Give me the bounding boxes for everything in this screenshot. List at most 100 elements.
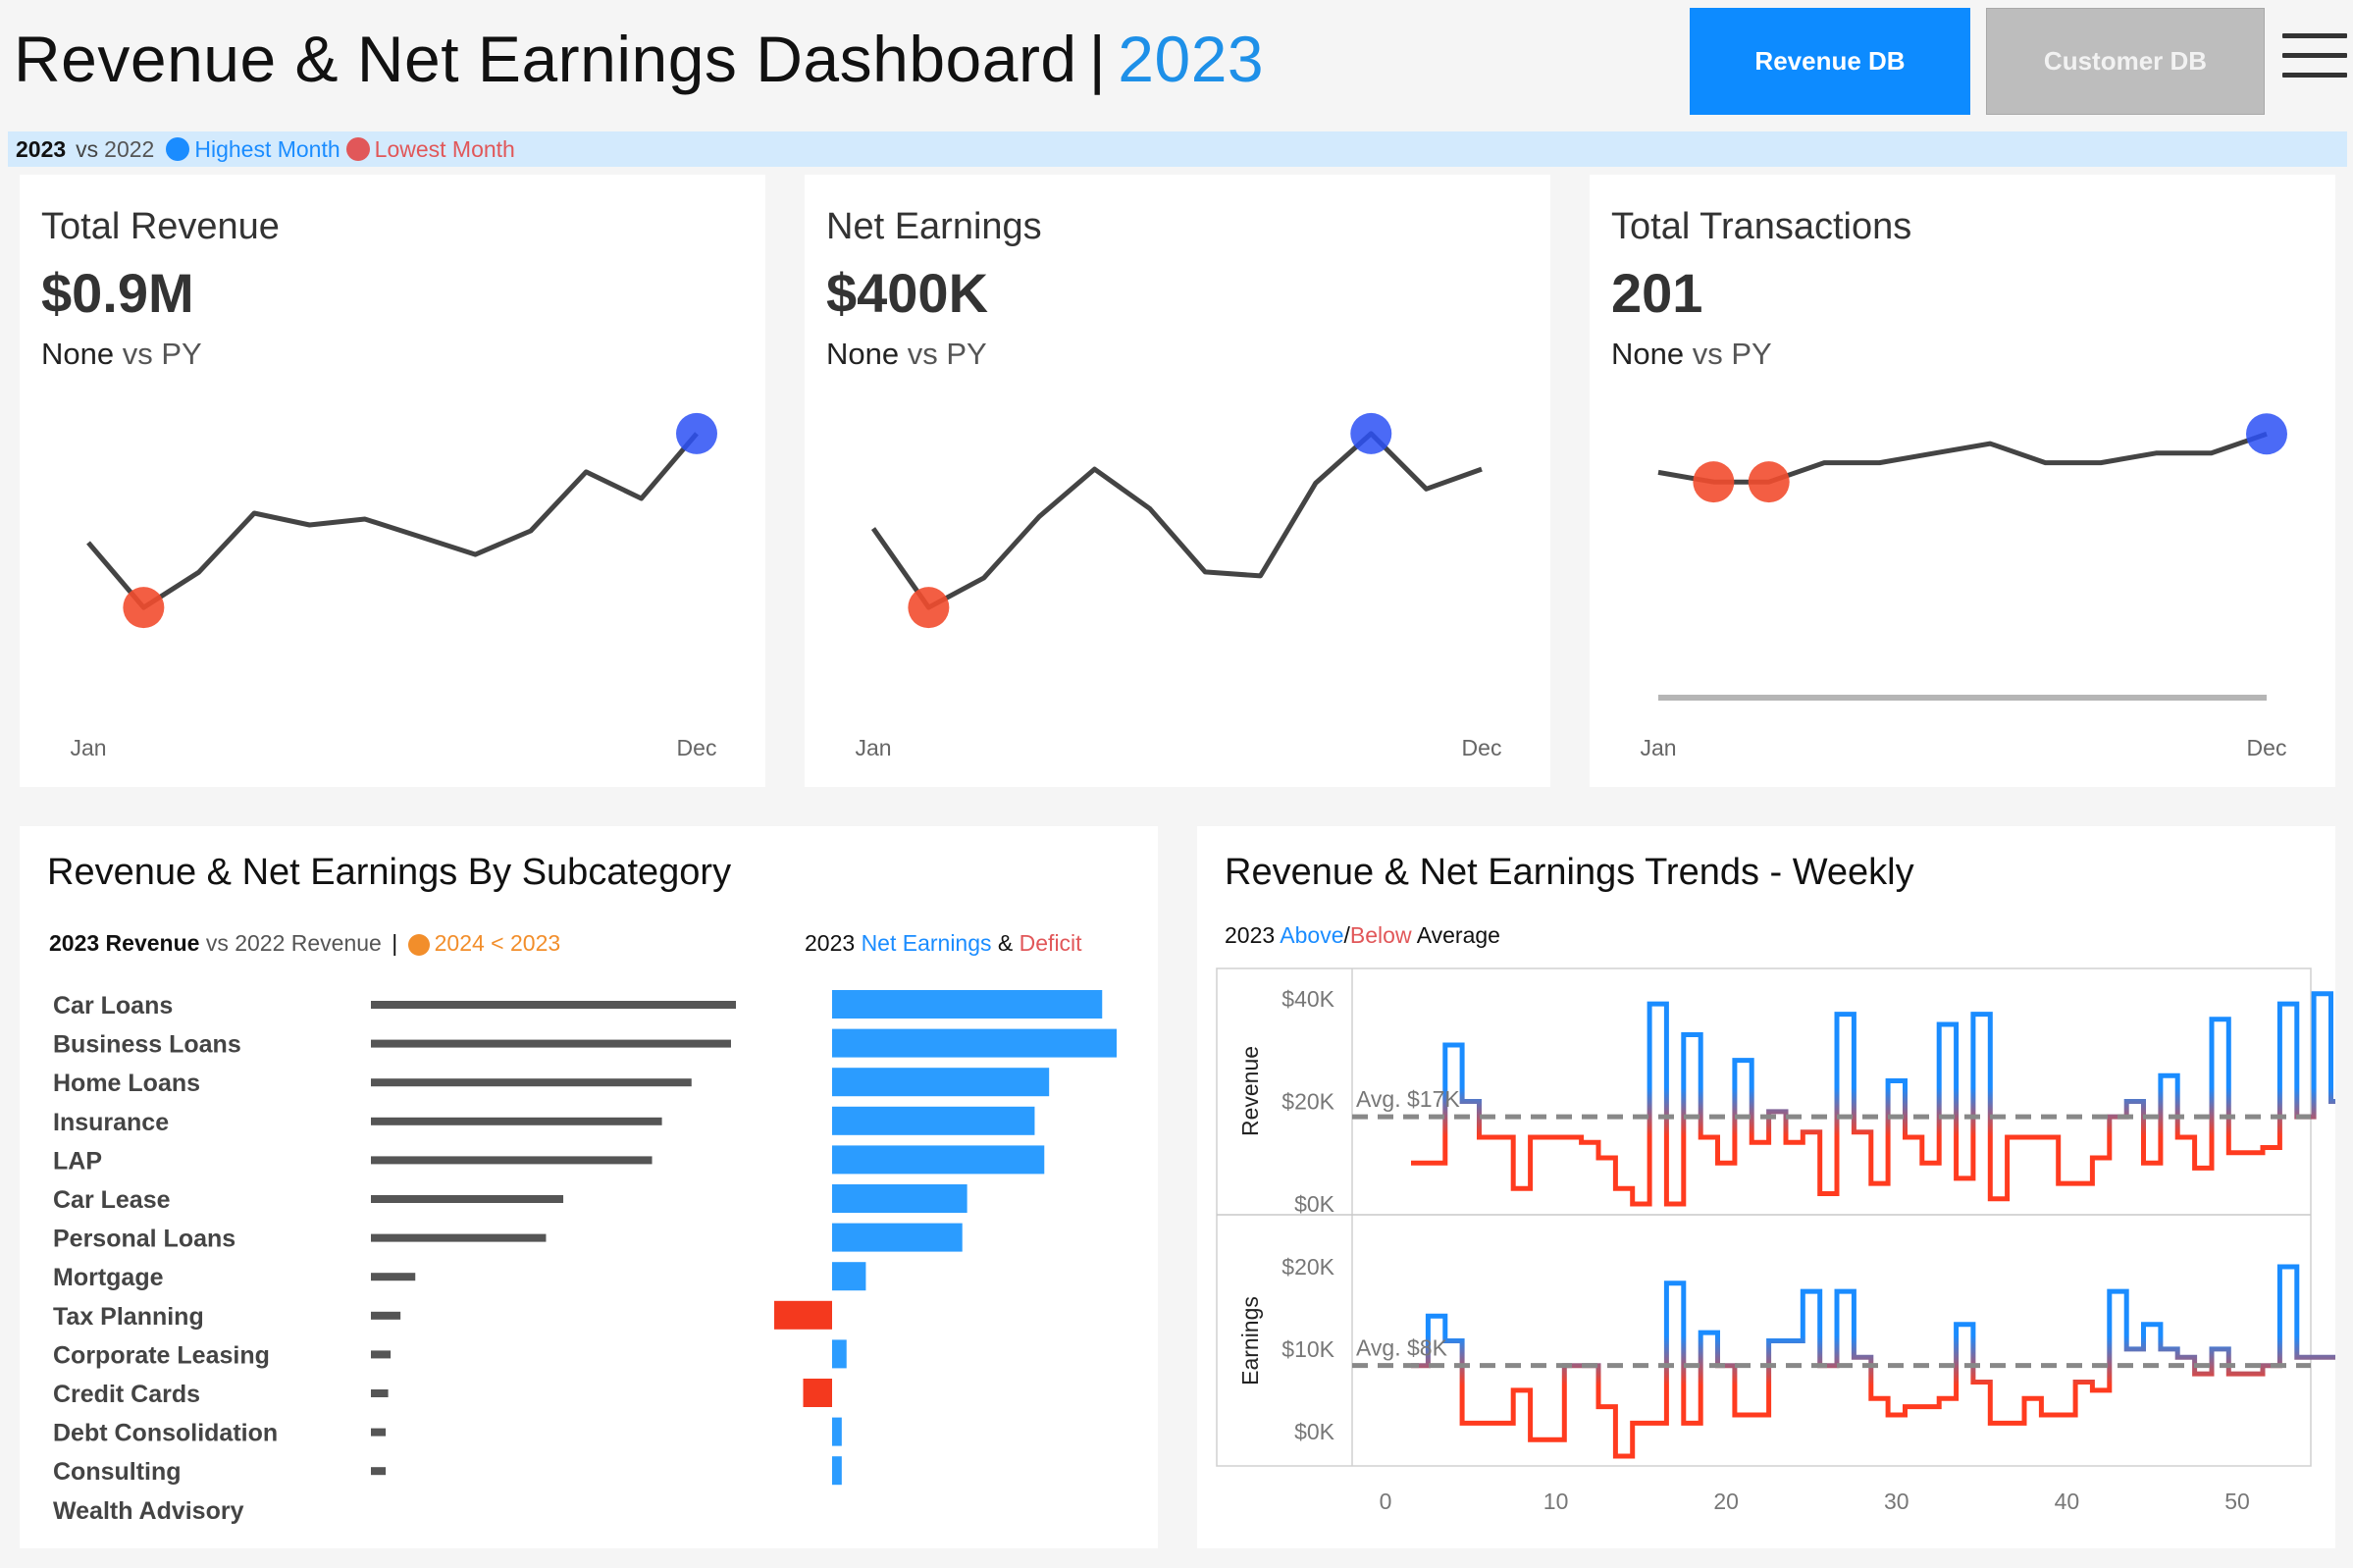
transactions-sparkline: Jan Dec [1640,413,2287,760]
y-tick-label: $20K [1281,1254,1334,1280]
net-earnings-bar [832,1068,1050,1097]
chart-frame [1216,967,2312,1467]
net-earnings-bar [832,1417,842,1446]
title-separator: | [1088,23,1107,95]
weekly-panel: Revenue & Net Earnings Trends - Weekly 2… [1197,826,2335,1548]
revenue-bar [371,1311,401,1320]
net-earnings-bar [803,1379,832,1407]
category-label: LAP [53,1147,102,1175]
page-title: Revenue & Net Earnings Dashboard | 2023 [14,22,1264,96]
revenue-bar [371,1039,731,1048]
sparkline-line [1657,431,2268,485]
legend-highest: Highest Month [194,135,340,162]
weekly-chart: $40K $20K $0K Revenue Avg. $17K $20K $10K $0K Ea… [1216,967,2335,1514]
x-label-start: Jan [1640,735,1676,760]
customer-db-button[interactable]: Customer DB [1986,8,2265,115]
title-year: 2023 [1118,23,1265,95]
y-axis-title: Revenue [1237,1046,1263,1136]
revenue-bar [371,1001,736,1009]
highest-dot-icon [166,137,190,161]
revenue-bar [371,1273,416,1281]
kpi-card-net-earnings: Net Earnings $400K None vs PY Jan Dec [805,175,1550,787]
kpi-card-revenue: Total Revenue $0.9M None vs PY Jan Dec [20,175,765,787]
revenue-bar [371,1233,547,1242]
revenue-db-button[interactable]: Revenue DB [1690,8,1970,115]
lowest-month-marker [123,587,165,629]
earnings-average-label: Avg. $8K [1356,1335,1448,1361]
title-text: Revenue & Net Earnings Dashboard [14,23,1077,95]
net-earnings-bar [832,1028,1117,1058]
net-earnings-bar [832,1184,967,1213]
subcategory-panel: Revenue & Net Earnings By Subcategory 20… [20,826,1158,1548]
highest-month-marker [1350,412,1392,454]
legend-lowest: Lowest Month [374,135,515,162]
revenue-bar [371,1389,389,1397]
net-earnings-bar [774,1300,832,1330]
lowest-dot-icon [345,137,370,161]
lowest-month-marker [1748,461,1790,503]
x-label-end: Dec [677,735,717,760]
category-label: Car Loans [53,992,173,1019]
x-tick-label: 20 [1713,1489,1739,1514]
x-tick-label: 30 [1884,1489,1909,1514]
legend-bar: 2023 vs 2022 Highest Month Lowest Month [8,131,2347,167]
category-label: Home Loans [53,1070,200,1097]
x-label-end: Dec [1462,735,1502,760]
category-label: Corporate Leasing [53,1341,270,1369]
y-tick-label: $0K [1294,1419,1335,1444]
y-tick-label: $10K [1281,1336,1334,1362]
highest-month-marker [2246,413,2287,455]
y-tick-label: $20K [1281,1088,1334,1114]
net-earnings-bar [832,1262,866,1291]
net-earnings-bar [832,990,1103,1019]
category-label: Tax Planning [53,1303,204,1331]
net-earnings-bar [832,1145,1045,1175]
revenue-average-label: Avg. $17K [1356,1086,1460,1112]
category-label: Car Lease [53,1186,171,1214]
x-tick-label: 40 [2055,1489,2080,1514]
category-label: Insurance [53,1109,169,1136]
kpi-card-transactions: Total Transactions 201 None vs PY Jan Dec [1590,175,2335,787]
revenue-bar [371,1350,392,1359]
x-tick-label: 50 [2224,1489,2250,1514]
hamburger-menu-icon[interactable] [2282,33,2347,84]
subcategory-chart: Car Loans Business Loans Home Loans Insuran… [53,990,1117,1525]
lowest-month-marker [1693,461,1735,503]
legend-vs: vs [76,135,99,162]
net-earnings-sparkline: Jan Dec [855,412,1502,760]
revenue-bar [371,1156,653,1165]
category-label: Debt Consolidation [53,1420,278,1447]
net-earnings-bar [832,1456,842,1486]
y-tick-label: $0K [1294,1191,1335,1217]
y-axis-title: Earnings [1237,1296,1263,1385]
x-label-start: Jan [855,735,891,760]
lowest-month-marker [908,587,950,629]
category-label: Wealth Advisory [53,1497,244,1525]
revenue-sparkline: Jan Dec [70,412,717,760]
legend-previous-year: 2022 [104,135,155,162]
category-label: Personal Loans [53,1226,235,1253]
category-label: Business Loans [53,1031,241,1059]
category-label: Consulting [53,1458,182,1486]
category-label: Mortgage [53,1264,164,1291]
earnings-step-line [1411,1264,2335,1459]
revenue-bar [371,1428,387,1437]
net-earnings-bar [832,1339,847,1369]
revenue-bar [371,1467,387,1476]
revenue-bar [371,1117,662,1125]
revenue-bar [371,1078,692,1087]
sparkline-line [870,431,1483,610]
x-label-start: Jan [70,735,106,760]
category-label: Credit Cards [53,1381,200,1408]
net-earnings-bar [832,1223,963,1252]
revenue-step-line [1411,991,2335,1207]
x-tick-label: 0 [1380,1489,1392,1514]
sparkline-line [86,432,699,610]
highest-month-marker [676,412,717,454]
x-tick-label: 10 [1543,1489,1569,1514]
revenue-bar [371,1195,564,1203]
net-earnings-bar [832,1106,1035,1135]
y-tick-label: $40K [1281,986,1334,1012]
x-label-end: Dec [2247,735,2287,760]
legend-current-year: 2023 [16,135,67,162]
